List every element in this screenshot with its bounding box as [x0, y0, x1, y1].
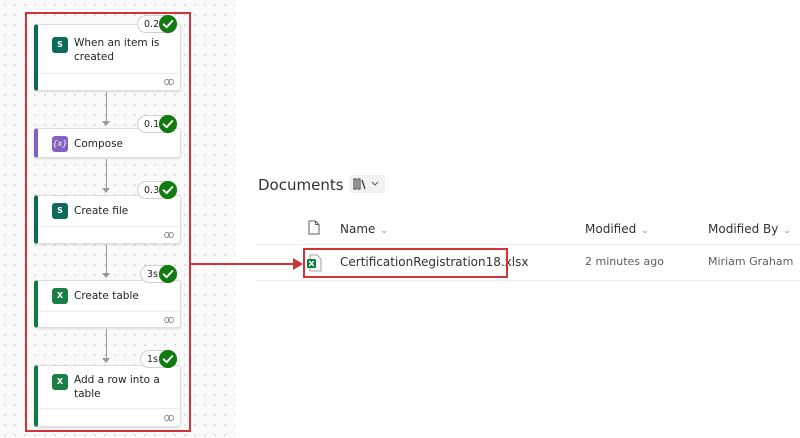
page-title: Documents — [258, 176, 344, 194]
flow-highlight-box — [25, 12, 191, 432]
documents-header-row: Name ⌄ Modified ⌄ Modified By ⌄ — [256, 212, 800, 245]
chevron-down-icon — [371, 181, 379, 186]
chevron-down-icon: ⌄ — [783, 226, 791, 236]
chevron-down-icon: ⌄ — [380, 226, 388, 236]
modified-by-cell: Miriam Graham — [708, 255, 794, 268]
column-header-modified-by[interactable]: Modified By ⌄ — [708, 222, 791, 236]
modified-cell: 2 minutes ago — [585, 255, 664, 268]
library-view-icon — [353, 178, 379, 190]
file-highlight-box — [303, 248, 508, 278]
chevron-down-icon: ⌄ — [641, 226, 649, 236]
file-type-icon[interactable] — [308, 220, 320, 235]
view-switcher-button[interactable] — [349, 175, 385, 193]
column-header-modified[interactable]: Modified ⌄ — [585, 222, 649, 236]
column-header-name[interactable]: Name ⌄ — [340, 222, 388, 236]
